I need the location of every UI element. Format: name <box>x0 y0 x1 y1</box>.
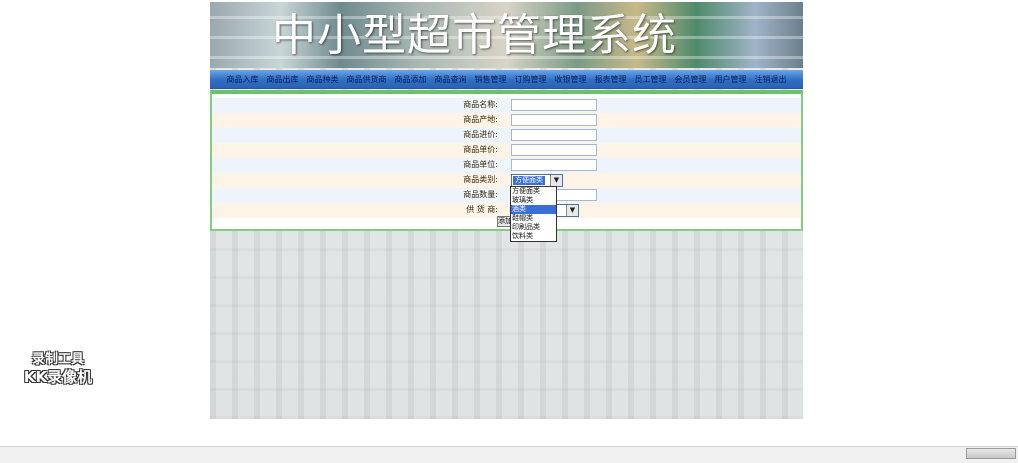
nav-item-search-product[interactable]: 商品查询 <box>431 74 471 85</box>
watermark-line1: 录制工具 <box>31 352 84 367</box>
product-unit-input[interactable] <box>511 159 597 171</box>
product-origin-input[interactable] <box>511 114 597 126</box>
recorder-watermark: 录制工具 KK录像机 <box>12 352 104 386</box>
nav-item-stock-in[interactable]: 商品入库 <box>223 74 263 85</box>
nav-item-add-product[interactable]: 商品添加 <box>391 74 431 85</box>
field-label: 商品名称: <box>463 100 498 109</box>
nav-item-categories[interactable]: 商品种类 <box>303 74 343 85</box>
top-nav: 商品入库 商品出库 商品种类 商品供货商 商品添加 商品查询 销售管理 订购管理… <box>210 70 803 89</box>
nav-item-suppliers[interactable]: 商品供货商 <box>343 74 391 85</box>
banner-title: 中小型超市管理系统 <box>272 10 677 61</box>
form-row-origin: 商品产地: <box>212 113 801 128</box>
banner: 中小型超市管理系统 <box>210 2 803 68</box>
field-label: 商品数量: <box>463 190 498 199</box>
form-row-cost: 商品进价: <box>212 128 801 143</box>
product-price-input[interactable] <box>511 144 597 156</box>
field-label: 商品单价: <box>463 145 498 154</box>
field-label: 供 货 商: <box>466 205 498 214</box>
form-row-price: 商品单价: <box>212 143 801 158</box>
nav-item-users[interactable]: 用户管理 <box>711 74 751 85</box>
category-option[interactable]: 玻璃类 <box>511 196 556 205</box>
form-row-unit: 商品单位: <box>212 158 801 173</box>
field-label: 商品产地: <box>463 115 498 124</box>
category-selected-value: 方便面类 <box>513 176 545 185</box>
chevron-down-icon[interactable]: ▼ <box>566 205 578 216</box>
category-option-highlighted[interactable]: 酒类 <box>511 205 556 214</box>
main-frame: 中小型超市管理系统 商品入库 商品出库 商品种类 商品供货商 商品添加 商品查询… <box>210 2 803 419</box>
form-row-name: 商品名称: <box>212 98 801 113</box>
category-option[interactable]: 鞋帽类 <box>511 214 556 223</box>
nav-item-cashier[interactable]: 收银管理 <box>551 74 591 85</box>
nav-item-members[interactable]: 会员管理 <box>671 74 711 85</box>
nav-item-staff[interactable]: 员工管理 <box>631 74 671 85</box>
nav-item-sales[interactable]: 销售管理 <box>471 74 511 85</box>
category-option[interactable]: 饮料类 <box>511 232 556 241</box>
add-product-form: 商品名称: 商品产地: 商品进价: 商品单价: 商品单位: 商品类别: 方便面类… <box>210 90 803 231</box>
field-label: 商品单位: <box>463 160 498 169</box>
nav-item-orders[interactable]: 订购管理 <box>511 74 551 85</box>
horizontal-scrollbar[interactable] <box>0 446 1018 463</box>
form-row-quantity: 商品数量: <box>212 188 801 203</box>
chevron-down-icon[interactable]: ▼ <box>550 175 562 186</box>
category-option[interactable]: 方便面类 <box>511 187 556 196</box>
nav-item-logout[interactable]: 注销退出 <box>751 74 791 85</box>
nav-item-stock-out[interactable]: 商品出库 <box>263 74 303 85</box>
field-label: 商品类别: <box>463 175 498 184</box>
product-cost-input[interactable] <box>511 129 597 141</box>
scrollbar-thumb[interactable] <box>966 448 1016 459</box>
product-name-input[interactable] <box>511 99 597 111</box>
watermark-line2: KK录像机 <box>23 368 93 386</box>
category-dropdown-list: 方便面类 玻璃类 酒类 鞋帽类 印刷品类 饮料类 <box>510 186 557 242</box>
nav-item-reports[interactable]: 报表管理 <box>591 74 631 85</box>
form-row-category: 商品类别: 方便面类 ▼ <box>212 173 801 188</box>
field-label: 商品进价: <box>463 130 498 139</box>
category-option[interactable]: 印刷品类 <box>511 223 556 232</box>
